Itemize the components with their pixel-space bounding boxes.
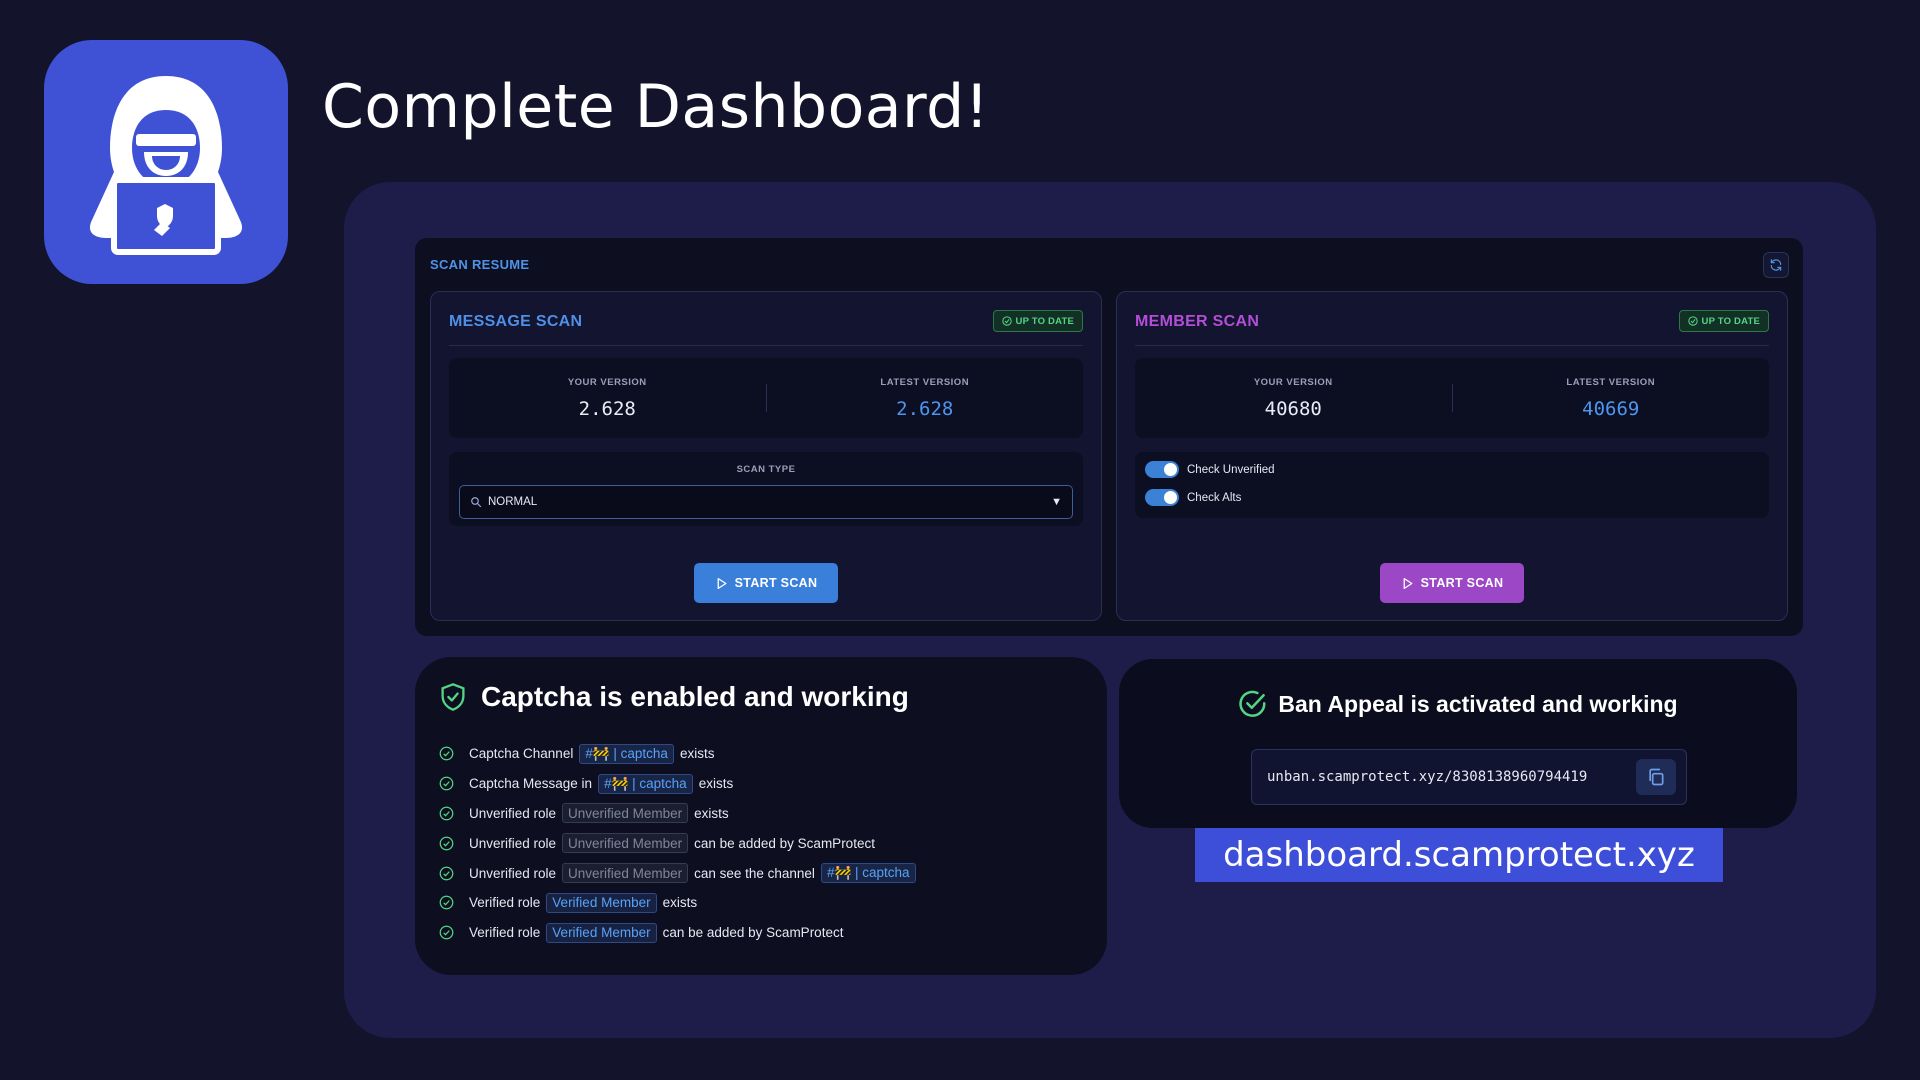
check-circle-icon bbox=[439, 776, 459, 791]
check-circle-icon bbox=[1239, 690, 1266, 717]
status-badge: UP TO DATE bbox=[1678, 310, 1769, 332]
captcha-check-list: Captcha Channel #🚧 | captcha exists Capt… bbox=[439, 739, 922, 948]
check-circle-icon bbox=[439, 806, 459, 821]
latest-version-label: LATEST VERSION bbox=[880, 376, 970, 388]
check-circle-icon bbox=[1001, 316, 1012, 326]
hacker-icon bbox=[89, 76, 243, 255]
your-version-value: 40680 bbox=[1264, 397, 1322, 420]
channel-chip[interactable]: #🚧 | captcha bbox=[820, 863, 916, 884]
check-circle-icon bbox=[1687, 316, 1698, 326]
ban-appeal-header: Ban Appeal is activated and working bbox=[1119, 689, 1797, 719]
list-item: Captcha Message in #🚧 | captcha exists bbox=[439, 769, 922, 799]
list-item: Unverified role Unverified Member can se… bbox=[439, 858, 922, 888]
scan-type-value: NORMAL bbox=[488, 496, 538, 508]
check-circle-icon bbox=[439, 895, 459, 910]
list-item: Captcha Channel #🚧 | captcha exists bbox=[439, 739, 922, 769]
shield-check-icon bbox=[441, 683, 465, 711]
version-box: YOUR VERSION 2.628 LATEST VERSION 2.628 bbox=[449, 358, 1083, 438]
member-scan-title: MEMBER SCAN bbox=[1135, 313, 1260, 330]
domain-banner: dashboard.scamprotect.xyz bbox=[1195, 828, 1723, 882]
role-chip[interactable]: Unverified Member bbox=[562, 803, 689, 824]
ban-appeal-url-field[interactable]: unban.scamprotect.xyz/8308138960794419 bbox=[1251, 749, 1687, 805]
ban-appeal-card: Ban Appeal is activated and working unba… bbox=[1119, 659, 1797, 828]
divider bbox=[1135, 345, 1769, 346]
your-version-value: 2.628 bbox=[578, 397, 636, 420]
check-unverified-toggle[interactable] bbox=[1145, 461, 1179, 478]
channel-chip[interactable]: #🚧 | captcha bbox=[598, 773, 693, 794]
role-chip[interactable]: Verified Member bbox=[546, 922, 657, 943]
version-box: YOUR VERSION 40680 LATEST VERSION 40669 bbox=[1135, 358, 1769, 438]
scan-resume-title: SCAN RESUME bbox=[430, 257, 530, 272]
page-title: Complete Dashboard! bbox=[322, 72, 990, 142]
latest-version-value: 40669 bbox=[1582, 397, 1640, 420]
captcha-header: Captcha is enabled and working bbox=[439, 681, 909, 713]
toggle-check-alts-row: Check Alts bbox=[1145, 489, 1241, 506]
domain-text: dashboard.scamprotect.xyz bbox=[1223, 835, 1695, 875]
role-chip[interactable]: Unverified Member bbox=[562, 863, 689, 884]
app-logo bbox=[44, 40, 288, 284]
check-circle-icon bbox=[439, 836, 459, 851]
latest-version-value: 2.628 bbox=[896, 397, 954, 420]
member-start-scan-button[interactable]: START SCAN bbox=[1380, 563, 1524, 603]
member-scan-panel: MEMBER SCAN UP TO DATE YOUR VERSION 4068… bbox=[1116, 291, 1788, 621]
list-item: Verified role Verified Member exists bbox=[439, 888, 922, 918]
your-version-label: YOUR VERSION bbox=[567, 376, 647, 388]
ban-appeal-url: unban.scamprotect.xyz/8308138960794419 bbox=[1267, 769, 1588, 785]
scan-type-select[interactable]: NORMAL ▼ bbox=[459, 485, 1073, 519]
play-icon bbox=[717, 577, 727, 589]
copy-icon bbox=[1649, 768, 1664, 786]
captcha-card: Captcha is enabled and working Captcha C… bbox=[415, 657, 1107, 975]
search-icon bbox=[471, 497, 482, 508]
message-start-scan-button[interactable]: START SCAN bbox=[694, 563, 838, 603]
list-item: Unverified role Unverified Member can be… bbox=[439, 828, 922, 858]
toggle-label: Check Alts bbox=[1187, 491, 1242, 504]
scan-type-label: SCAN TYPE bbox=[736, 464, 796, 475]
check-circle-icon bbox=[439, 866, 459, 881]
channel-chip[interactable]: #🚧 | captcha bbox=[579, 743, 674, 764]
check-circle-icon bbox=[439, 746, 459, 761]
copy-button[interactable] bbox=[1636, 759, 1676, 795]
refresh-button[interactable] bbox=[1763, 252, 1789, 278]
message-scan-title: MESSAGE SCAN bbox=[449, 313, 583, 330]
toggle-label: Check Unverified bbox=[1187, 463, 1275, 476]
status-badge: UP TO DATE bbox=[992, 310, 1083, 332]
divider bbox=[449, 345, 1083, 346]
play-icon bbox=[1403, 577, 1413, 589]
scan-type-box: SCAN TYPE NORMAL ▼ bbox=[449, 452, 1083, 526]
captcha-title: Captcha is enabled and working bbox=[481, 681, 909, 712]
caret-down-icon: ▼ bbox=[1051, 496, 1062, 508]
refresh-icon bbox=[1770, 259, 1782, 271]
ban-appeal-title: Ban Appeal is activated and working bbox=[1278, 690, 1678, 717]
role-chip[interactable]: Verified Member bbox=[546, 892, 657, 913]
role-chip[interactable]: Unverified Member bbox=[562, 833, 689, 854]
latest-version-label: LATEST VERSION bbox=[1566, 376, 1656, 388]
check-alts-toggle[interactable] bbox=[1145, 489, 1179, 506]
list-item: Verified role Verified Member can be add… bbox=[439, 918, 922, 948]
your-version-label: YOUR VERSION bbox=[1253, 376, 1333, 388]
check-circle-icon bbox=[439, 925, 459, 940]
message-scan-panel: MESSAGE SCAN UP TO DATE YOUR VERSION 2.6… bbox=[430, 291, 1102, 621]
member-options-box: Check Unverified Check Alts bbox=[1135, 452, 1769, 518]
list-item: Unverified role Unverified Member exists bbox=[439, 799, 922, 829]
toggle-check-unverified-row: Check Unverified bbox=[1145, 461, 1275, 478]
scan-resume-card: SCAN RESUME MESSAGE SCAN UP TO DATE YOUR… bbox=[415, 238, 1803, 636]
